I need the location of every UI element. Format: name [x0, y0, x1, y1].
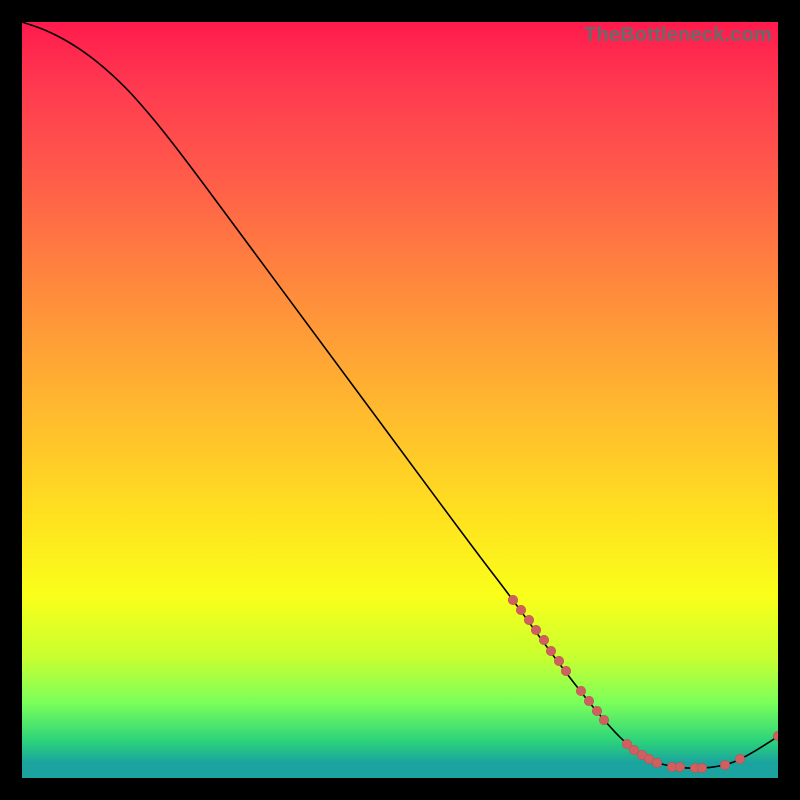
data-marker	[584, 696, 594, 706]
data-marker	[561, 666, 571, 676]
plot-area: TheBottleneck.com	[22, 22, 778, 778]
data-marker	[592, 706, 602, 716]
data-marker	[652, 758, 662, 768]
chart-stage: TheBottleneck.com	[0, 0, 800, 800]
line-curve	[22, 22, 778, 778]
data-marker	[599, 715, 609, 725]
data-marker	[554, 656, 564, 666]
data-marker	[531, 625, 541, 635]
bottleneck-curve-path	[22, 22, 778, 768]
data-marker	[524, 615, 534, 625]
